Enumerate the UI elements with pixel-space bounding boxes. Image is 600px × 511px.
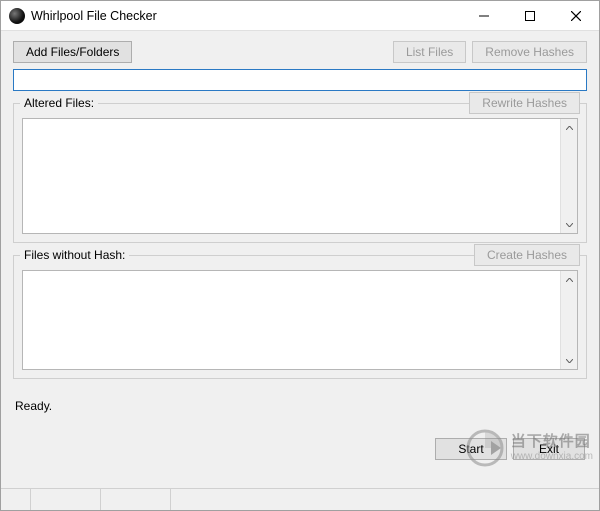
nohash-files-group: Files without Hash: Create Hashes bbox=[13, 255, 587, 379]
altered-scrollbar[interactable] bbox=[560, 119, 577, 233]
status-text: Ready. bbox=[13, 391, 587, 419]
window-title: Whirlpool File Checker bbox=[31, 9, 157, 23]
altered-files-group: Altered Files: Rewrite Hashes bbox=[13, 103, 587, 243]
scroll-down-icon bbox=[561, 216, 577, 233]
close-icon bbox=[571, 11, 581, 21]
maximize-button[interactable] bbox=[507, 1, 553, 31]
statusbar-cell bbox=[31, 489, 101, 510]
maximize-icon bbox=[525, 11, 535, 21]
status-bar bbox=[1, 488, 599, 510]
bottom-button-row: Start Exit bbox=[429, 438, 585, 460]
path-input[interactable] bbox=[13, 69, 587, 91]
app-icon bbox=[9, 8, 25, 24]
nohash-files-textarea[interactable] bbox=[23, 271, 560, 369]
rewrite-hashes-button[interactable]: Rewrite Hashes bbox=[469, 92, 580, 114]
nohash-files-textarea-wrap bbox=[22, 270, 578, 370]
nohash-files-label: Files without Hash: bbox=[20, 248, 129, 262]
toolbar-row: Add Files/Folders List Files Remove Hash… bbox=[13, 41, 587, 63]
scroll-down-icon bbox=[561, 352, 577, 369]
title-bar: Whirlpool File Checker bbox=[1, 1, 599, 31]
altered-files-textarea-wrap bbox=[22, 118, 578, 234]
minimize-icon bbox=[479, 11, 489, 21]
remove-hashes-button[interactable]: Remove Hashes bbox=[472, 41, 587, 63]
statusbar-cell bbox=[101, 489, 171, 510]
list-files-button[interactable]: List Files bbox=[393, 41, 466, 63]
exit-button[interactable]: Exit bbox=[513, 438, 585, 460]
create-hashes-button[interactable]: Create Hashes bbox=[474, 244, 580, 266]
scroll-up-icon bbox=[561, 271, 577, 288]
altered-files-label: Altered Files: bbox=[20, 96, 98, 110]
close-button[interactable] bbox=[553, 1, 599, 31]
altered-files-textarea[interactable] bbox=[23, 119, 560, 233]
start-button[interactable]: Start bbox=[435, 438, 507, 460]
add-files-button[interactable]: Add Files/Folders bbox=[13, 41, 132, 63]
client-area: Add Files/Folders List Files Remove Hash… bbox=[1, 31, 599, 488]
minimize-button[interactable] bbox=[461, 1, 507, 31]
window-root: Whirlpool File Checker Add Files/Folders… bbox=[0, 0, 600, 511]
scroll-up-icon bbox=[561, 119, 577, 136]
altered-group-header: Altered Files: Rewrite Hashes bbox=[20, 92, 580, 114]
nohash-scrollbar[interactable] bbox=[560, 271, 577, 369]
nohash-group-header: Files without Hash: Create Hashes bbox=[20, 244, 580, 266]
statusbar-cell bbox=[1, 489, 31, 510]
